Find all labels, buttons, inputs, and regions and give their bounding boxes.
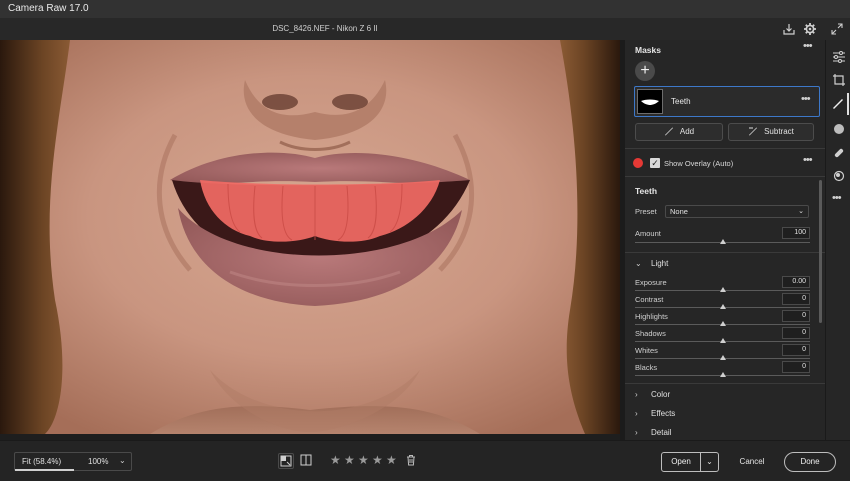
slider-label-exposure: Exposure [635, 278, 667, 287]
slider-thumb-shadows[interactable] [719, 338, 726, 343]
chevron-down-icon: ⌄ [798, 208, 804, 215]
edit-sliders-icon[interactable] [832, 50, 846, 64]
masking-brush-icon[interactable] [829, 93, 849, 115]
section-effects[interactable]: › Effects [635, 409, 675, 418]
slider-value-blacks[interactable]: 0 [782, 361, 810, 373]
mask-item-more-icon[interactable]: ••• [801, 93, 811, 105]
rating-star-icon[interactable]: ★ [386, 453, 397, 467]
show-overlay-checkbox[interactable]: ✓ [650, 158, 660, 168]
chevron-right-icon: › [635, 409, 638, 418]
slider-value-exposure[interactable]: 0.00 [782, 276, 810, 288]
subtract-button[interactable]: Subtract [728, 123, 814, 141]
subtract-button-label: Subtract [764, 127, 794, 136]
slider-thumb-exposure[interactable] [719, 287, 726, 292]
section-light-label: Light [651, 259, 669, 268]
overlay-more-icon[interactable]: ••• [803, 154, 813, 166]
save-icon[interactable] [782, 22, 796, 36]
rating-star-icon[interactable]: ★ [344, 453, 355, 467]
zoom-fit-indicator [15, 469, 74, 471]
rating-star-icon[interactable]: ★ [372, 453, 383, 467]
open-options-dropdown[interactable]: ⌄ [701, 452, 719, 472]
gear-icon[interactable] [803, 22, 817, 36]
zoom-fit[interactable]: Fit (58.4%) [22, 457, 61, 466]
preset-label: Preset [635, 207, 657, 216]
expand-icon[interactable] [830, 22, 844, 36]
zoom-control[interactable]: Fit (58.4%) 100% ⌄ [14, 452, 132, 471]
done-button[interactable]: Done [784, 452, 836, 472]
divider [625, 176, 825, 177]
amount-slider-thumb[interactable] [720, 239, 726, 244]
preset-value: None [670, 207, 688, 216]
slider-label-highlights: Highlights [635, 312, 668, 321]
chevron-right-icon: › [635, 390, 638, 399]
slider-value-contrast[interactable]: 0 [782, 293, 810, 305]
subtract-brush-icon [749, 127, 758, 136]
overlay-color-swatch[interactable] [633, 158, 643, 168]
slider-value-shadows[interactable]: 0 [782, 327, 810, 339]
slider-label-contrast: Contrast [635, 295, 664, 304]
rating-star-icon[interactable]: ★ [358, 453, 369, 467]
slider-value-whites[interactable]: 0 [782, 344, 810, 356]
before-after-icon[interactable] [278, 453, 294, 469]
slider-thumb-contrast[interactable] [719, 304, 726, 309]
add-button[interactable]: Add [635, 123, 723, 141]
section-effects-label: Effects [651, 409, 676, 418]
compare-view-icon[interactable] [300, 454, 314, 468]
photo-image [0, 40, 620, 434]
chevron-down-icon[interactable]: ⌄ [119, 456, 126, 465]
preset-dropdown[interactable]: None ⌄ [665, 205, 809, 218]
section-detail-label: Detail [651, 428, 672, 437]
slider-label-whites: Whites [635, 346, 658, 355]
slider-label-blacks: Blacks [635, 363, 658, 372]
section-light[interactable]: ⌄ Light [635, 259, 668, 268]
slider-thumb-blacks[interactable] [719, 372, 726, 377]
chevron-down-icon: ⌄ [635, 259, 642, 268]
divider [625, 252, 825, 253]
divider [625, 383, 825, 384]
slider-value-highlights[interactable]: 0 [782, 310, 810, 322]
bottom-bar: Fit (58.4%) 100% ⌄ ★ ★ ★ ★ ★ Open ⌄ Cancel D… [0, 440, 850, 481]
file-name-label: DSC_8426.NEF - Nikon Z 6 II [272, 24, 378, 33]
open-button[interactable]: Open [661, 452, 701, 472]
mask-thumbnail [637, 89, 663, 114]
title-bar: Camera Raw 17.0 [0, 0, 850, 18]
add-button-label: Add [679, 127, 695, 136]
rating-star-icon[interactable]: ★ [330, 453, 341, 467]
amount-label: Amount [635, 229, 661, 238]
divider [625, 148, 825, 149]
mask-item-teeth[interactable]: Teeth ••• [634, 86, 820, 117]
app-title: Camera Raw 17.0 [8, 3, 89, 14]
tool-strip: ••• [825, 40, 850, 440]
section-color[interactable]: › Color [635, 390, 670, 399]
crop-icon[interactable] [832, 73, 846, 87]
chevron-right-icon: › [635, 428, 638, 437]
photo-canvas[interactable] [0, 40, 620, 434]
section-color-label: Color [651, 390, 671, 399]
amount-value[interactable]: 100 [782, 227, 810, 239]
zoom-percent[interactable]: 100% [88, 457, 108, 466]
chevron-down-icon: ⌄ [706, 457, 713, 466]
healing-icon[interactable] [832, 146, 846, 160]
panel-scrollbar[interactable] [819, 180, 822, 323]
masks-more-icon[interactable]: ••• [803, 40, 813, 52]
cancel-button[interactable]: Cancel [730, 452, 774, 472]
red-eye-icon[interactable] [832, 169, 846, 183]
section-detail[interactable]: › Detail [635, 428, 671, 437]
brush-icon [664, 127, 673, 136]
slider-label-shadows: Shadows [635, 329, 666, 338]
circle-icon[interactable] [832, 122, 846, 136]
more-icon[interactable]: ••• [832, 192, 846, 206]
create-mask-button[interactable]: + [635, 61, 655, 81]
slider-thumb-highlights[interactable] [719, 321, 726, 326]
slider-thumb-whites[interactable] [719, 355, 726, 360]
masks-panel: Masks ••• + Teeth ••• Add Subtract ✓ Sho… [625, 40, 825, 440]
trash-icon[interactable] [405, 454, 419, 468]
adjust-title: Teeth [635, 186, 658, 196]
file-info-bar: DSC_8426.NEF - Nikon Z 6 II [0, 18, 850, 40]
show-overlay-label: Show Overlay (Auto) [664, 159, 734, 168]
masks-header: Masks [635, 45, 661, 55]
mask-name: Teeth [671, 97, 691, 106]
